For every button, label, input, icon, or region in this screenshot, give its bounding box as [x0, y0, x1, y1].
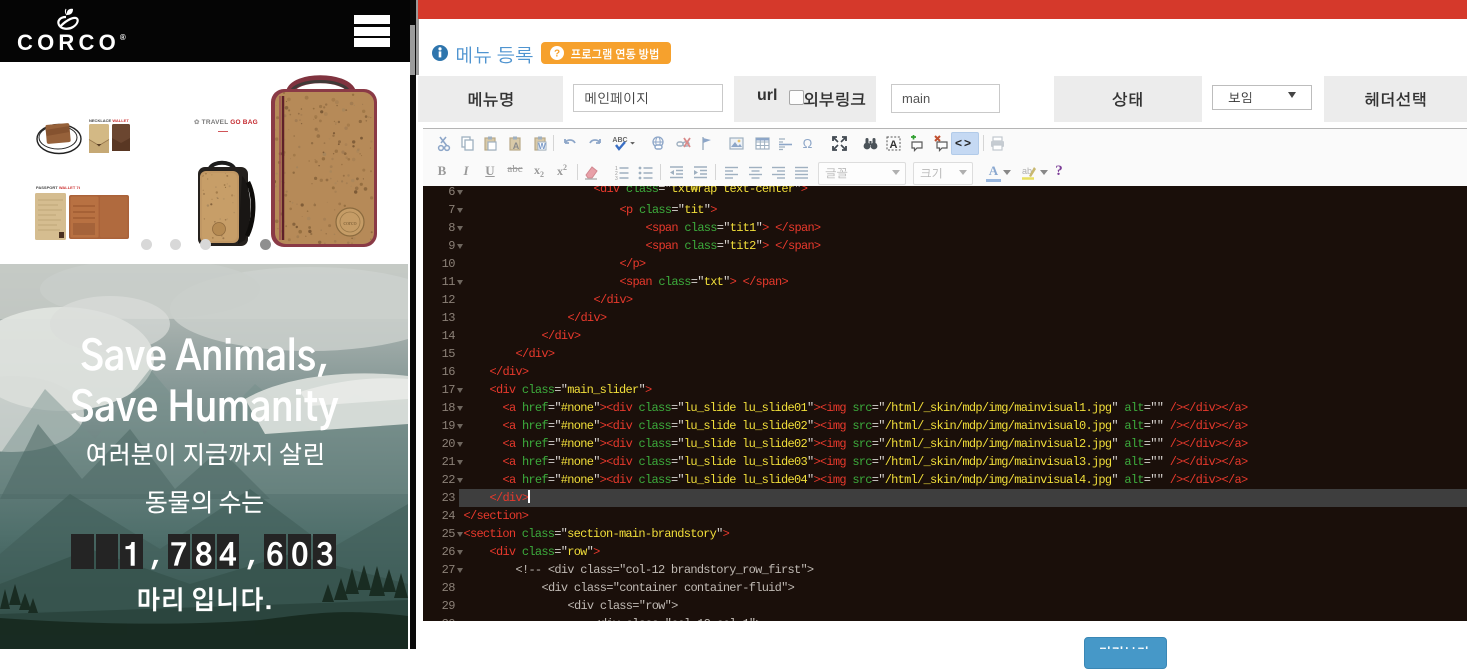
svg-text:?: ?: [554, 49, 560, 60]
svg-text:A: A: [889, 139, 897, 151]
svg-text:3: 3: [615, 176, 618, 181]
svg-text:Ω: Ω: [802, 136, 812, 151]
svg-text:W: W: [538, 142, 546, 151]
svg-text:A: A: [512, 141, 519, 151]
svg-text:corco: corco: [343, 221, 356, 227]
